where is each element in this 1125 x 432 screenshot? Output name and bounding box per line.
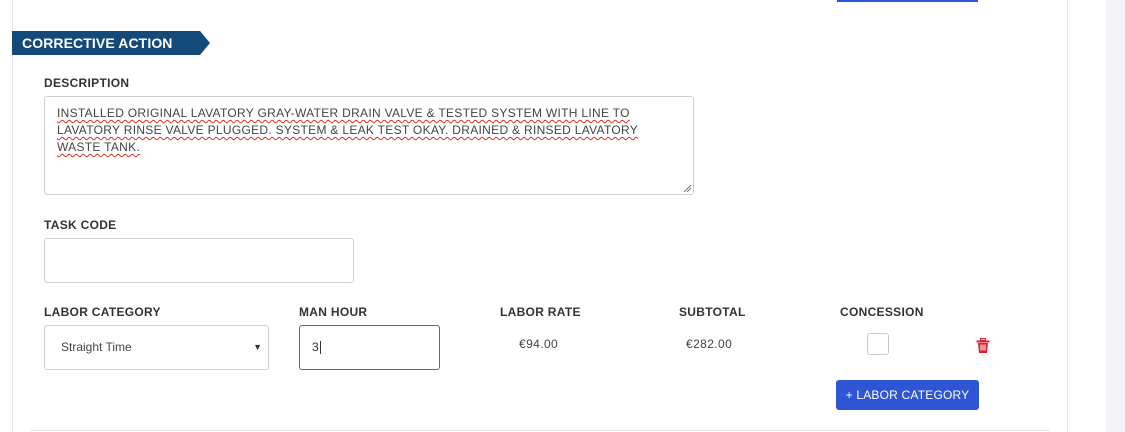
text-cursor — [319, 341, 321, 355]
description-text: INSTALLED ORIGINAL LAVATORY GRAY-WATER D… — [57, 106, 639, 154]
labor-rate-header: LABOR RATE — [500, 305, 581, 319]
resize-handle-icon[interactable] — [683, 184, 691, 192]
chevron-down-icon: ▼ — [253, 342, 262, 352]
subtotal-header: SUBTOTAL — [679, 305, 746, 319]
labor-category-header: LABOR CATEGORY — [44, 305, 161, 319]
section-title: CORRECTIVE ACTION — [22, 35, 173, 51]
description-textarea[interactable]: INSTALLED ORIGINAL LAVATORY GRAY-WATER D… — [44, 96, 694, 195]
card-border — [1067, 0, 1068, 432]
page-scroll-gutter — [1106, 0, 1125, 432]
add-labor-category-button[interactable]: + LABOR CATEGORY — [836, 380, 979, 410]
man-hour-value: 3 — [312, 340, 319, 354]
card-border — [12, 0, 13, 432]
labor-category-select[interactable]: Straight Time ▼ — [44, 325, 269, 370]
labor-category-value: Straight Time — [61, 340, 132, 354]
labor-rate-value: €94.00 — [519, 337, 559, 351]
trash-icon[interactable] — [976, 338, 990, 353]
man-hour-header: MAN HOUR — [299, 305, 368, 319]
task-code-label: TASK CODE — [44, 218, 117, 232]
concession-checkbox[interactable] — [867, 333, 889, 355]
previous-section-button[interactable] — [837, 0, 978, 2]
concession-header: CONCESSION — [840, 305, 924, 319]
man-hour-input[interactable]: 3 — [299, 325, 440, 370]
description-label: DESCRIPTION — [44, 76, 130, 90]
section-divider — [30, 430, 1050, 431]
subtotal-value: €282.00 — [686, 337, 733, 351]
section-header: CORRECTIVE ACTION — [12, 31, 210, 55]
task-code-input[interactable] — [44, 238, 354, 283]
